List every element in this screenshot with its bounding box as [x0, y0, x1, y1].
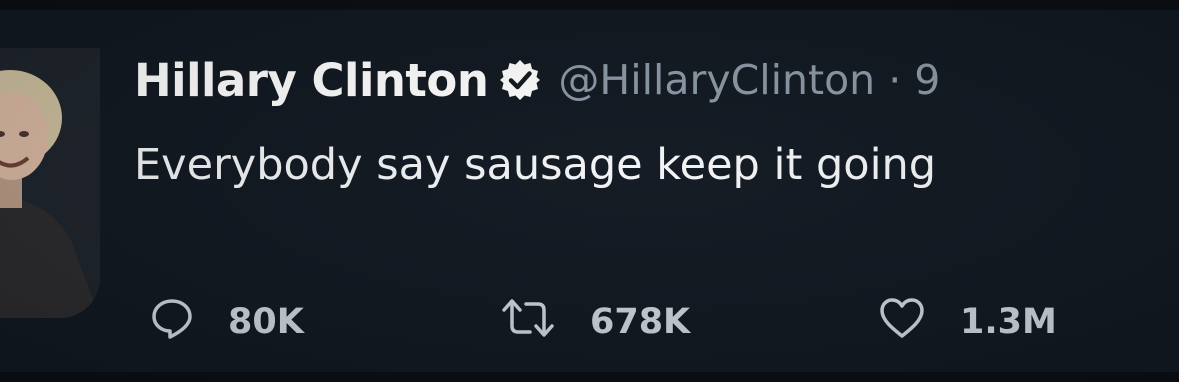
- reply-button[interactable]: 80K: [150, 292, 304, 352]
- reply-icon: [150, 296, 194, 349]
- heart-icon: [878, 296, 926, 349]
- verified-badge-icon: [498, 58, 542, 102]
- bottom-edge: [0, 372, 1179, 382]
- like-button[interactable]: 1.3M: [878, 292, 1057, 352]
- retweet-icon: [500, 296, 556, 349]
- reply-count: 80K: [228, 302, 304, 342]
- author-handle[interactable]: @HillaryClinton · 9: [558, 56, 940, 104]
- top-edge: [0, 0, 1179, 10]
- retweet-button[interactable]: 678K: [500, 292, 690, 352]
- tweet-text: Everybody say sausage keep it going: [134, 140, 937, 190]
- author-name[interactable]: Hillary Clinton: [134, 54, 489, 107]
- tweet-card[interactable]: Hillary Clinton @HillaryClinton · 9 Ever…: [0, 0, 1179, 382]
- tweet-header: Hillary Clinton @HillaryClinton · 9: [134, 50, 1179, 110]
- like-count: 1.3M: [960, 302, 1057, 342]
- avatar[interactable]: [0, 48, 100, 318]
- retweet-count: 678K: [590, 302, 691, 342]
